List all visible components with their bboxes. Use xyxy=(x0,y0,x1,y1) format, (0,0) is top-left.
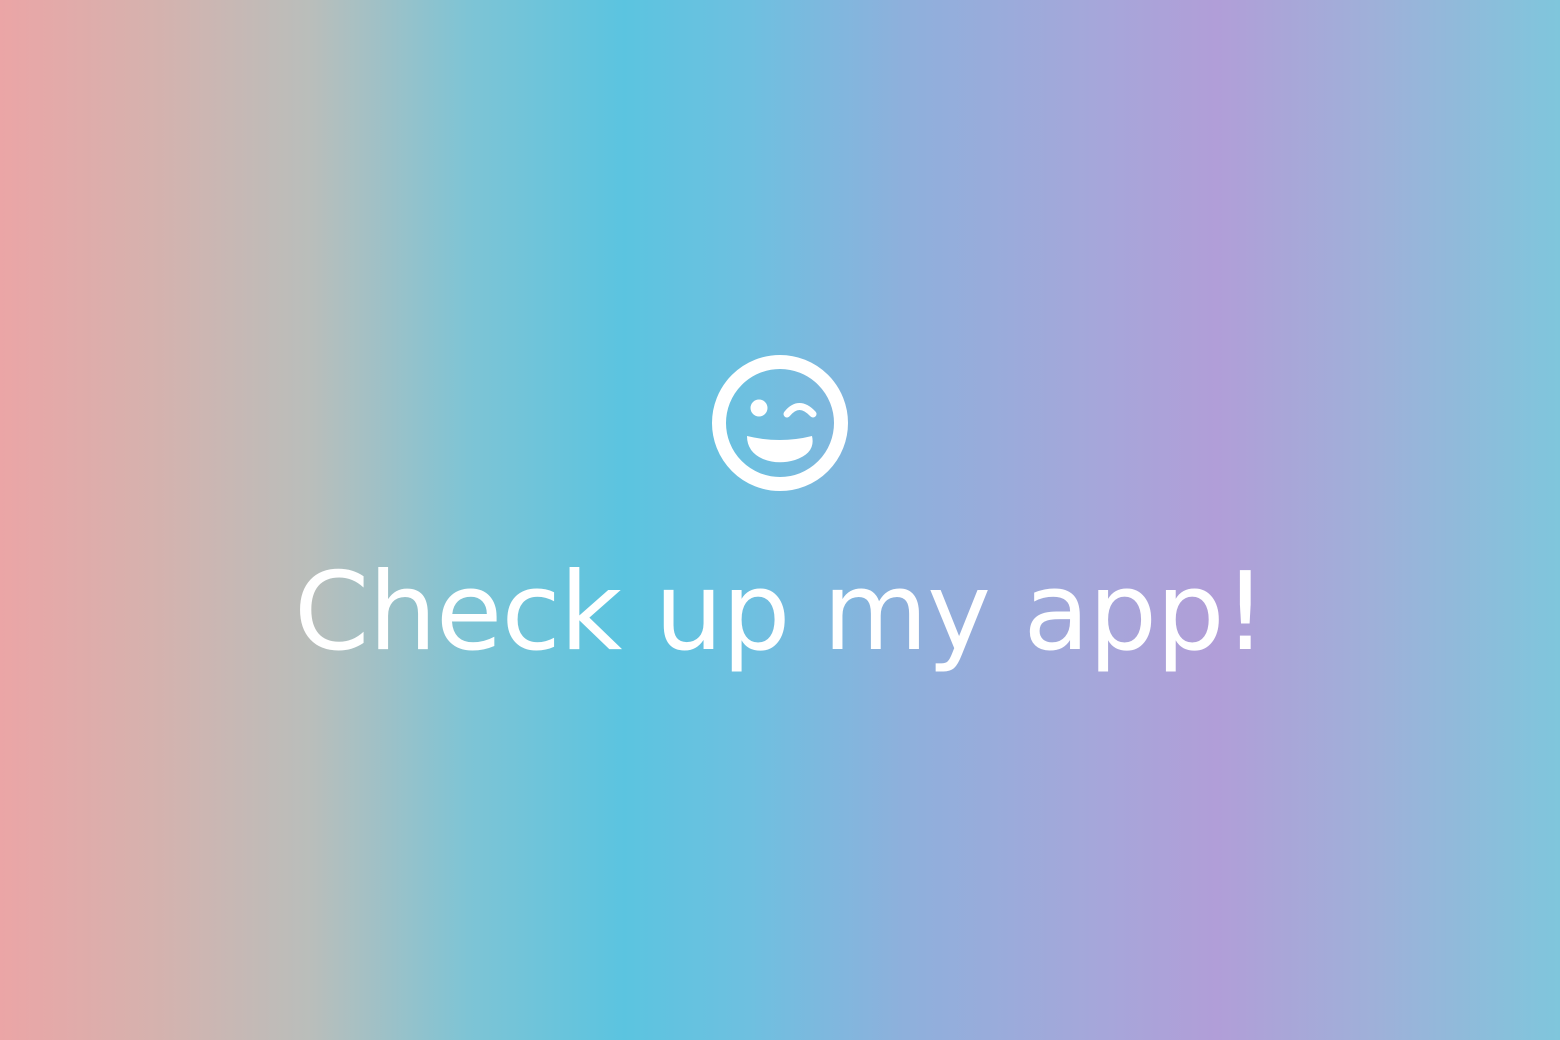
splash-screen: Check up my app! xyxy=(0,0,1560,1040)
winking-smiley-icon xyxy=(705,348,855,498)
page-title: Check up my app! xyxy=(294,550,1267,675)
